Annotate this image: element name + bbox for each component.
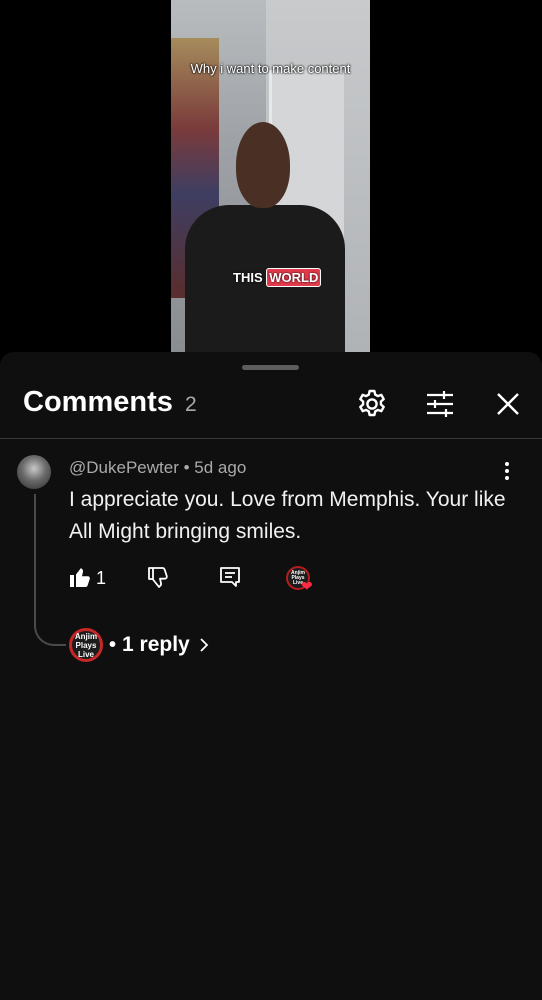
comment-text: I appreciate you. Love from Memphis. You… [69, 488, 506, 543]
header-divider [0, 438, 542, 439]
video-caption-mid: THIS WORLD [233, 268, 322, 287]
gear-icon[interactable] [356, 388, 388, 420]
reply-comment-icon[interactable] [218, 565, 242, 589]
comment-author[interactable]: @DukePewter [69, 458, 179, 477]
comments-sheet: Comments 2 @DukePewter • 5d ago I apprec… [0, 352, 542, 1000]
chevron-right-icon [200, 638, 209, 652]
drag-handle[interactable] [242, 365, 299, 370]
commenter-avatar[interactable] [17, 455, 51, 489]
reply-author-avatar: Anjim Plays Live [69, 628, 103, 662]
screen: Why i want to make content THIS WORLD Co… [0, 0, 542, 1000]
video-caption-top: Why i want to make content [190, 61, 351, 76]
video-player[interactable]: Why i want to make content THIS WORLD [171, 0, 370, 352]
reply-separator: • [109, 633, 117, 656]
creator-heart-badge[interactable]: Anjim Plays Live ❤ [286, 566, 314, 594]
thumbs-up-icon[interactable] [68, 565, 92, 589]
video-caption-mid-highlight: WORLD [266, 268, 322, 287]
more-options-icon[interactable] [500, 462, 514, 482]
comment-time: 5d ago [194, 458, 247, 477]
view-replies-button[interactable]: Anjim Plays Live • 1 reply [69, 628, 210, 662]
like-count: 1 [96, 568, 107, 588]
comments-count: 2 [185, 393, 197, 416]
comment-meta-separator: • [183, 458, 190, 477]
heart-icon: ❤ [301, 578, 313, 594]
filter-sliders-icon[interactable] [424, 388, 456, 420]
video-caption-mid-prefix: THIS [233, 270, 263, 285]
close-icon[interactable] [492, 388, 524, 420]
reply-count-label: 1 reply [122, 633, 190, 656]
video-person-head [236, 122, 290, 208]
comment-meta: @DukePewter • 5d ago [69, 458, 246, 478]
comments-title: Comments [23, 386, 173, 418]
thumbs-down-icon[interactable] [146, 565, 170, 589]
thread-connector-line [34, 494, 66, 646]
